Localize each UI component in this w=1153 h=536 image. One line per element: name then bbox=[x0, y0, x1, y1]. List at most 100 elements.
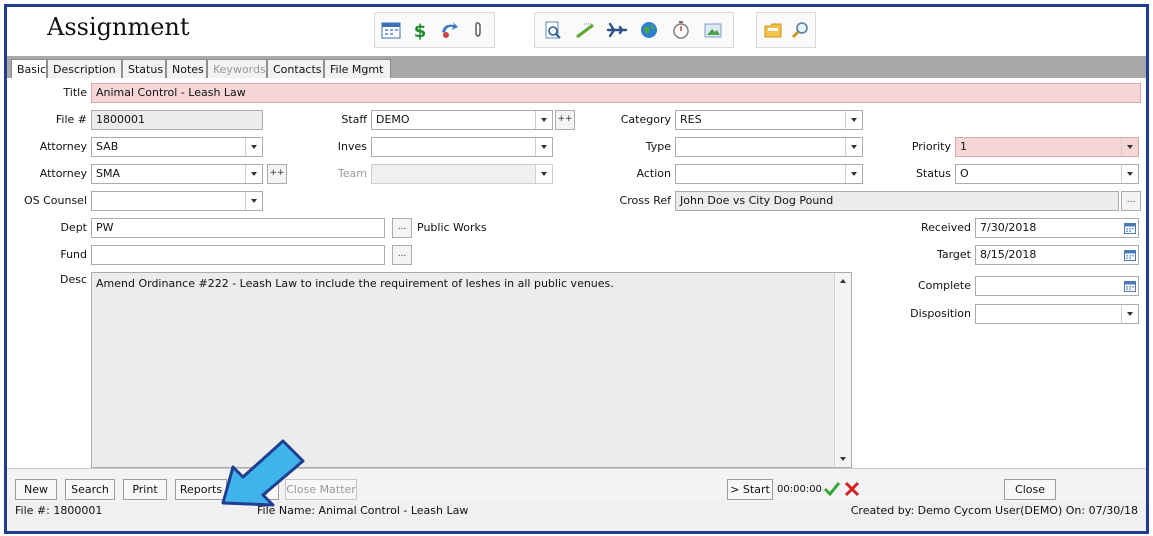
close-button[interactable]: Close bbox=[1004, 479, 1056, 500]
tab-file-mgmt[interactable]: File Mgmt bbox=[324, 59, 391, 78]
team-select bbox=[371, 164, 553, 184]
staff-select[interactable]: DEMO bbox=[371, 110, 553, 130]
airplane-icon[interactable] bbox=[603, 16, 631, 44]
toolbar-group-2 bbox=[534, 12, 734, 48]
start-timer-button[interactable]: > Start bbox=[727, 479, 773, 500]
fund-browse-button[interactable]: ... bbox=[392, 245, 412, 265]
picture-icon[interactable] bbox=[699, 16, 727, 44]
chevron-down-icon[interactable] bbox=[245, 138, 262, 156]
staff-add-button[interactable]: ++ bbox=[555, 110, 575, 130]
disposition-label: Disposition bbox=[910, 307, 971, 320]
calendar-icon[interactable] bbox=[1124, 222, 1136, 234]
pen-icon[interactable] bbox=[571, 16, 599, 44]
title-input[interactable]: Animal Control - Leash Law bbox=[91, 83, 1141, 103]
received-value: 7/30/2018 bbox=[980, 221, 1037, 234]
complete-date-input[interactable] bbox=[975, 276, 1139, 296]
attorney-value: SAB bbox=[96, 140, 119, 153]
stopwatch-icon[interactable] bbox=[667, 16, 695, 44]
tab-notes[interactable]: Notes bbox=[166, 59, 207, 78]
attorney-select[interactable]: SAB bbox=[91, 137, 263, 157]
calendar-icon[interactable] bbox=[1124, 280, 1136, 292]
status-select[interactable]: O bbox=[955, 164, 1139, 184]
desc-label: Desc bbox=[59, 273, 87, 286]
toolbar-group-1: $ bbox=[374, 12, 495, 48]
dept-description: Public Works bbox=[417, 221, 487, 234]
fund-label: Fund bbox=[60, 248, 87, 261]
action-label: Action bbox=[636, 167, 671, 180]
attorney-add-button[interactable]: ++ bbox=[267, 164, 287, 184]
received-date-input[interactable]: 7/30/2018 bbox=[975, 218, 1139, 238]
category-select[interactable]: RES bbox=[675, 110, 863, 130]
os-counsel-select[interactable] bbox=[91, 191, 263, 211]
folder-icon[interactable] bbox=[761, 16, 784, 44]
header: Assignment $ bbox=[7, 7, 1146, 56]
dept-label: Dept bbox=[60, 221, 87, 234]
staff-label: Staff bbox=[341, 113, 367, 126]
document-search-icon[interactable] bbox=[539, 16, 567, 44]
category-label: Category bbox=[620, 113, 671, 126]
complete-label: Complete bbox=[917, 279, 971, 292]
magnifier-icon[interactable] bbox=[788, 16, 811, 44]
category-value: RES bbox=[680, 113, 702, 126]
chevron-down-icon[interactable] bbox=[840, 457, 846, 461]
received-label: Received bbox=[920, 221, 971, 234]
type-select[interactable] bbox=[675, 137, 863, 157]
file-number-label: File # bbox=[55, 113, 87, 126]
inves-label: Inves bbox=[337, 140, 367, 153]
tab-contacts[interactable]: Contacts bbox=[267, 59, 324, 78]
chevron-down-icon[interactable] bbox=[1121, 165, 1138, 183]
tab-basic[interactable]: Basic bbox=[11, 59, 47, 79]
status-created-by: Created by: Demo Cycom User(DEMO) On: 07… bbox=[850, 504, 1138, 517]
svg-text:$: $ bbox=[414, 21, 427, 41]
checkmark-icon[interactable] bbox=[823, 480, 841, 498]
print-button[interactable]: Print bbox=[123, 479, 167, 500]
new-button[interactable]: New bbox=[15, 479, 57, 500]
tab-status[interactable]: Status bbox=[122, 59, 166, 78]
action-bar: New Search Print Reports Copy Close Matt… bbox=[7, 468, 1146, 501]
file-number-field: 1800001 bbox=[91, 110, 263, 130]
chevron-down-icon[interactable] bbox=[1121, 138, 1138, 156]
search-button[interactable]: Search bbox=[65, 479, 115, 500]
chevron-down-icon[interactable] bbox=[1121, 305, 1138, 323]
attorney-2-value: SMA bbox=[96, 167, 120, 180]
fund-input[interactable] bbox=[91, 245, 385, 265]
status-file-number: File #: 1800001 bbox=[15, 504, 103, 517]
chevron-down-icon bbox=[535, 165, 552, 183]
status-bar: File #: 1800001 File Name: Animal Contro… bbox=[7, 501, 1146, 531]
chevron-down-icon[interactable] bbox=[535, 138, 552, 156]
money-icon[interactable]: $ bbox=[408, 16, 433, 44]
timer-display: 00:00:00 bbox=[777, 484, 822, 495]
dept-browse-button[interactable]: ... bbox=[392, 218, 412, 238]
chevron-up-icon[interactable] bbox=[840, 279, 846, 283]
chevron-down-icon[interactable] bbox=[245, 165, 262, 183]
chevron-down-icon[interactable] bbox=[535, 111, 552, 129]
calendar-icon[interactable] bbox=[379, 16, 404, 44]
priority-select[interactable]: 1 bbox=[955, 137, 1139, 157]
attorney-2-select[interactable]: SMA bbox=[91, 164, 263, 184]
basic-tab-panel: Title Animal Control - Leash Law File # … bbox=[7, 78, 1146, 468]
calendar-icon[interactable] bbox=[1124, 249, 1136, 261]
cross-ref-field: John Doe vs City Dog Pound bbox=[675, 191, 1119, 211]
desc-textarea[interactable]: Amend Ordinance #222 - Leash Law to incl… bbox=[91, 272, 852, 468]
tab-description[interactable]: Description bbox=[47, 59, 122, 78]
chevron-down-icon[interactable] bbox=[845, 165, 862, 183]
cross-ref-browse-button[interactable]: ... bbox=[1121, 191, 1141, 211]
action-select[interactable] bbox=[675, 164, 863, 184]
inves-select[interactable] bbox=[371, 137, 553, 157]
chevron-down-icon[interactable] bbox=[845, 138, 862, 156]
page-title: Assignment bbox=[47, 13, 190, 41]
chevron-down-icon[interactable] bbox=[845, 111, 862, 129]
team-label: Team bbox=[337, 167, 367, 180]
priority-label: Priority bbox=[911, 140, 951, 153]
app-window: Assignment $ Basic Description Status No… bbox=[4, 4, 1149, 534]
return-icon[interactable] bbox=[437, 16, 462, 44]
chevron-down-icon[interactable] bbox=[245, 192, 262, 210]
target-label: Target bbox=[936, 248, 971, 261]
globe-icon[interactable] bbox=[635, 16, 663, 44]
disposition-select[interactable] bbox=[975, 304, 1139, 324]
dept-input[interactable]: PW bbox=[91, 218, 385, 238]
paperclip-icon[interactable] bbox=[465, 16, 490, 44]
desc-scrollbar[interactable] bbox=[834, 273, 851, 467]
cancel-x-icon[interactable] bbox=[843, 480, 861, 498]
target-date-input[interactable]: 8/15/2018 bbox=[975, 245, 1139, 265]
